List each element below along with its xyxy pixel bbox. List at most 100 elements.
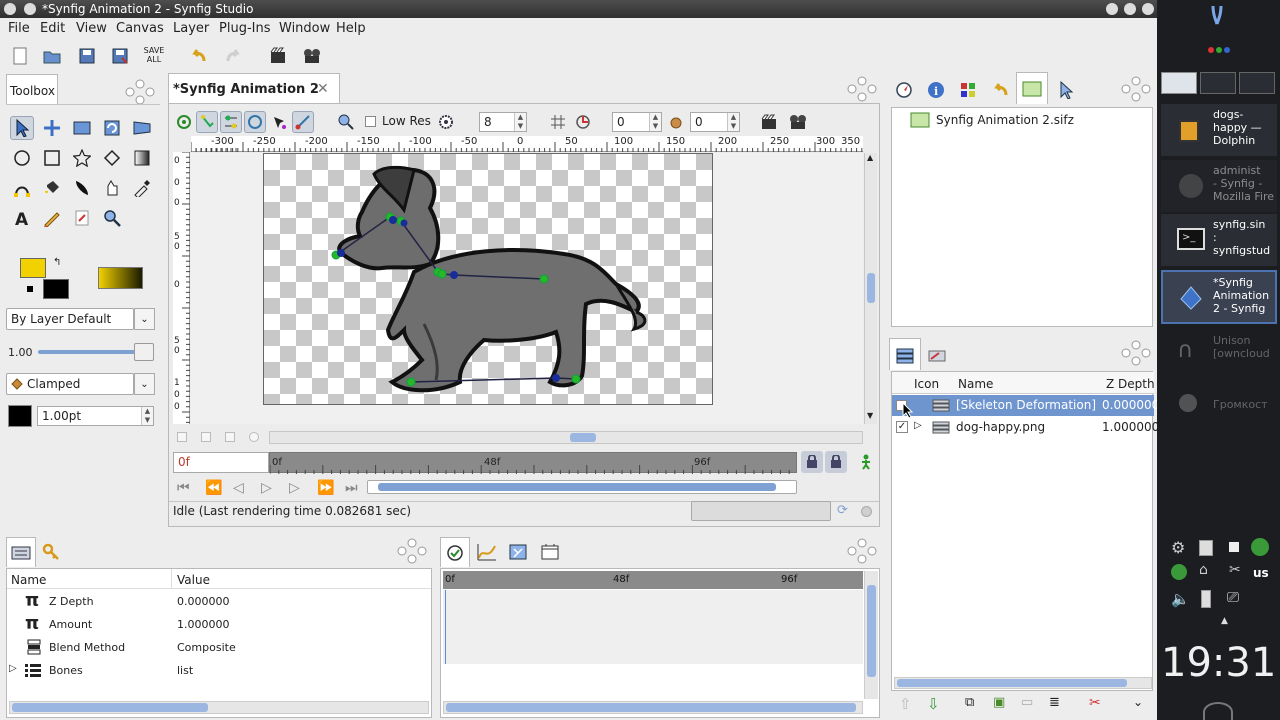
info-tab-icon[interactable]: i [924, 78, 948, 102]
outline-color-swatch[interactable] [43, 279, 69, 299]
preview-button[interactable] [300, 44, 324, 68]
time-zoom-thumb[interactable] [378, 483, 776, 491]
timetrack-hscroll-thumb[interactable] [446, 703, 856, 712]
pager[interactable] [1161, 72, 1277, 96]
param-row[interactable]: ▷ Bones list [7, 659, 431, 681]
interpolation-select[interactable]: Clamped [6, 373, 134, 395]
params-column-value[interactable]: Value [177, 573, 210, 587]
canvas-metadata-tab-icon[interactable] [538, 540, 562, 564]
menu-window[interactable]: Window [279, 21, 330, 36]
canvas-preview-icon[interactable] [787, 111, 809, 133]
play-icon[interactable]: ▷ [261, 480, 272, 496]
next-frame-icon[interactable]: ▷ [289, 480, 300, 496]
params-scroll-thumb[interactable] [12, 703, 208, 712]
polygon-tool-icon[interactable] [100, 146, 124, 170]
raise-layer-icon[interactable]: ⇧ [899, 695, 912, 713]
window-menu-icon[interactable] [4, 3, 16, 15]
display-tray-icon[interactable]: ⎚ [1227, 588, 1239, 606]
view-option-icon[interactable] [225, 432, 235, 442]
pager-desktop-2[interactable] [1200, 72, 1236, 94]
quality-spinner[interactable]: 8 ▲ ▼ [479, 112, 527, 132]
pager-desktop-3[interactable] [1239, 72, 1275, 94]
canvas-render-icon[interactable] [759, 111, 781, 133]
rectangle-tool-icon[interactable] [40, 146, 64, 170]
layers-dock-handle-icon[interactable] [1116, 339, 1156, 367]
battery-tray-icon[interactable] [1201, 590, 1211, 608]
eyedropper-tool-icon[interactable] [130, 176, 154, 200]
mirror-tool-icon[interactable] [130, 116, 154, 140]
network-tray-icon[interactable]: ⌂ [1199, 562, 1208, 578]
close-tab-icon[interactable]: ✕ [317, 81, 329, 97]
next-keyframe-icon[interactable]: ⏩ [317, 480, 334, 496]
task-item-volume[interactable]: Громкост [1161, 390, 1277, 420]
canvas-tab[interactable]: *Synfig Animation 2 ✕ [168, 73, 340, 103]
curves-tab-icon[interactable] [506, 540, 530, 564]
save-as-button[interactable] [108, 44, 132, 68]
onion-skin-icon[interactable] [335, 111, 357, 133]
horizontal-scroll-thumb[interactable] [570, 433, 596, 442]
canvas-horizontal-scrollbar[interactable] [269, 431, 863, 444]
onion-future-arrows[interactable]: ▲ ▼ [727, 113, 739, 131]
canvas-work-area[interactable] [191, 153, 863, 424]
param-row[interactable]: Blend Method Composite [7, 636, 431, 658]
timetrack-rows[interactable] [443, 590, 863, 664]
menu-layer[interactable]: Layer [173, 21, 209, 36]
tool-options-tab-icon[interactable] [1054, 78, 1078, 102]
params-horizontal-scrollbar[interactable] [9, 701, 429, 714]
close-icon[interactable] [1142, 3, 1154, 15]
app-launcher-icon[interactable] [1207, 4, 1227, 26]
layer-row[interactable]: ✓ ▷ dog-happy.png 1.000000 [892, 417, 1159, 438]
task-item-owncloud[interactable]: ∩ Unison [owncloud [1161, 330, 1277, 374]
volume-tray-icon[interactable]: 🔈 [1171, 590, 1190, 608]
smooth-move-tool-icon[interactable] [40, 116, 64, 140]
quality-icon[interactable] [435, 111, 457, 133]
keyframe-lock-past-icon[interactable] [801, 451, 823, 473]
show-width-ducks-icon[interactable] [244, 111, 266, 133]
spline-tool-icon[interactable] [10, 176, 34, 200]
fill-tool-icon[interactable] [40, 176, 64, 200]
scroll-up-icon[interactable]: ▲ [867, 153, 873, 162]
gradient-swatch[interactable] [98, 267, 143, 289]
history-tab-icon[interactable] [988, 78, 1012, 102]
opacity-slider-handle[interactable] [134, 343, 154, 361]
scale-tool-icon[interactable] [70, 116, 94, 140]
scroll-down-icon[interactable]: ▼ [867, 411, 873, 420]
maximize-icon[interactable] [1124, 3, 1136, 15]
seek-end-icon[interactable]: ⏭ [345, 480, 358, 496]
show-ducks-toggle-icon[interactable] [196, 111, 218, 133]
cut-tray-icon[interactable]: ✂ [1229, 562, 1241, 578]
settings-tray-icon[interactable]: ⚙ [1171, 538, 1185, 557]
keyboard-layout[interactable]: us [1253, 566, 1269, 580]
new-file-button[interactable] [8, 44, 32, 68]
save-button[interactable] [75, 44, 99, 68]
expand-arrow-icon[interactable]: ▷ [914, 420, 922, 431]
menu-view[interactable]: View [76, 21, 107, 36]
duplicate-layer-icon[interactable]: ⧉ [965, 695, 974, 710]
redo-button[interactable] [221, 44, 245, 68]
time-zoom-scrollbar[interactable] [367, 480, 797, 494]
low-res-checkbox[interactable] [365, 116, 376, 127]
activity-dots-icon[interactable] [1207, 44, 1231, 58]
open-file-button[interactable] [40, 44, 64, 68]
show-bones-toggle-icon[interactable] [220, 111, 242, 133]
render-button[interactable] [267, 44, 291, 68]
time-slider[interactable]: 0f 48f 96f [269, 452, 797, 474]
canvas-vertical-scrollbar[interactable]: ▲ ▼ [864, 153, 877, 424]
show-grid-toggle-icon[interactable] [173, 111, 195, 133]
rotate-tool-icon[interactable] [100, 116, 124, 140]
undo-button[interactable] [187, 44, 211, 68]
onion-future-spinner[interactable]: 0 ▲ ▼ [690, 112, 740, 132]
swap-colors-icon[interactable]: ↰ [53, 257, 61, 268]
graphs-tab-icon[interactable] [475, 540, 499, 564]
circle-tool-icon[interactable] [10, 146, 34, 170]
keyframe-lock-future-icon[interactable] [825, 451, 847, 473]
cutout-tool-icon[interactable] [100, 176, 124, 200]
brush-size-field[interactable]: 1.00pt ▲ ▼ [37, 406, 154, 426]
expand-tray-icon[interactable]: ▲ [1221, 616, 1228, 626]
show-tangent-ducks-icon[interactable] [292, 111, 314, 133]
menu-canvas[interactable]: Canvas [116, 21, 164, 36]
layer-visibility-checkbox[interactable]: ✓ [896, 421, 908, 433]
canvas-dock-handle-icon[interactable] [842, 75, 882, 103]
fill-color-swatch[interactable] [20, 258, 46, 278]
timetrack-tab[interactable] [440, 537, 470, 567]
